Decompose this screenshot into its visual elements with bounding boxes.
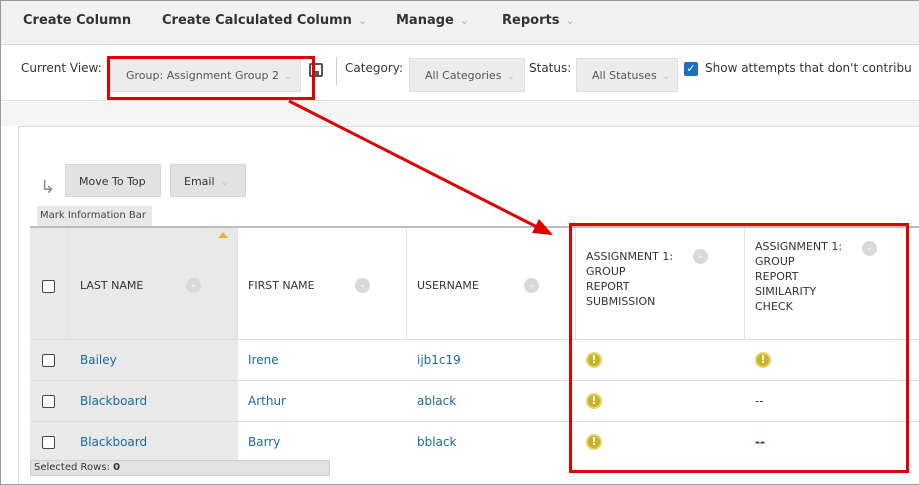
status-select[interactable]: All Statuses ⌄ — [576, 58, 678, 92]
manage-label: Manage — [396, 13, 454, 28]
row-select-cell — [30, 340, 69, 381]
assignment-header-line: ASSIGNMENT 1: — [755, 240, 843, 253]
create-column-button[interactable]: Create Column — [23, 13, 131, 28]
mark-information-bar: Mark Information Bar — [37, 206, 153, 226]
selected-rows-label: Selected Rows: — [34, 462, 114, 473]
current-view-value: Group: Assignment Group 2 — [126, 69, 279, 82]
category-select[interactable]: All Categories ⌄ — [409, 58, 525, 92]
assignment-header-line: SIMILARITY — [755, 285, 817, 298]
move-arrow-icon: ↳ — [40, 177, 56, 198]
submission-grade-cell[interactable]: ! — [576, 422, 745, 463]
selected-rows-count: 0 — [113, 462, 121, 473]
chevron-down-circle-icon[interactable]: ⌄ — [355, 278, 370, 293]
chevron-down-icon: ⌄ — [506, 71, 515, 82]
username-header-label: USERNAME — [417, 279, 479, 292]
chevron-down-circle-icon[interactable]: ⌄ — [693, 249, 708, 264]
chevron-down-icon: ⌄ — [459, 14, 470, 27]
first-name-cell[interactable]: Barry — [238, 422, 407, 463]
chevron-down-icon: ⌄ — [283, 71, 293, 82]
first-name-cell[interactable]: Irene — [238, 340, 407, 381]
checkmark-icon: ✓ — [686, 62, 696, 75]
column-header-username[interactable]: USERNAME ⌄ — [407, 228, 576, 339]
grade-center-screen: Create Column Create Calculated Column ⌄ … — [0, 0, 919, 485]
email-menu-button[interactable]: Email ⌄ — [170, 164, 246, 197]
current-view-select[interactable]: Group: Assignment Group 2 ⌄ — [110, 58, 301, 92]
category-value: All Categories — [425, 69, 502, 82]
status-value: All Statuses — [592, 69, 657, 82]
create-calculated-column-menu[interactable]: Create Calculated Column ⌄ — [162, 13, 367, 28]
chevron-down-circle-icon[interactable]: ⌄ — [862, 241, 877, 256]
column-header-assignment-similarity[interactable]: ASSIGNMENT 1: GROUP REPORT SIMILARITY CH… — [745, 228, 919, 339]
chevron-down-circle-icon[interactable]: ⌄ — [186, 278, 201, 293]
submission-grade-cell[interactable]: ! — [576, 381, 745, 422]
select-all-checkbox[interactable] — [42, 280, 55, 293]
select-all-header — [30, 228, 69, 339]
divider — [336, 57, 337, 85]
category-label: Category: — [345, 61, 403, 75]
table-row: Bailey Irene ijb1c19 ! ! — [30, 339, 919, 381]
email-label: Email — [184, 175, 215, 188]
spacer — [1, 102, 919, 126]
similarity-grade-cell[interactable]: -- — [745, 422, 919, 463]
similarity-grade-cell[interactable]: ! — [745, 340, 919, 381]
last-name-cell[interactable]: Blackboard — [69, 422, 238, 463]
row-checkbox[interactable] — [42, 354, 55, 367]
row-checkbox[interactable] — [42, 395, 55, 408]
row-checkbox[interactable] — [42, 436, 55, 449]
create-calculated-column-label: Create Calculated Column — [162, 13, 352, 28]
assignment-header-line: REPORT — [586, 280, 630, 293]
last-name-header-label: LAST NAME — [80, 279, 144, 292]
exclamation-circle-icon: ! — [586, 352, 602, 368]
exclamation-circle-icon: ! — [586, 434, 602, 450]
assignment-header-line: ASSIGNMENT 1: — [586, 250, 674, 263]
grade-grid-panel: ↳ Move To Top Email ⌄ Mark Information Ba… — [18, 126, 919, 484]
show-attempts-checkbox[interactable]: ✓ — [684, 62, 698, 76]
column-header-first-name[interactable]: FIRST NAME ⌄ — [238, 228, 407, 339]
action-bar: Create Column Create Calculated Column ⌄ … — [1, 1, 919, 45]
column-header-assignment-submission[interactable]: ASSIGNMENT 1: GROUP REPORT SUBMISSION ⌄ — [576, 228, 745, 339]
submission-grade-cell[interactable]: ! — [576, 340, 745, 381]
status-label: Status: — [529, 61, 572, 75]
assignment-header-line: REPORT — [755, 270, 799, 283]
chevron-down-icon: ⌄ — [357, 14, 368, 27]
selected-rows-bar: Selected Rows: 0 — [30, 460, 330, 476]
sort-ascending-icon — [218, 232, 228, 238]
username-cell[interactable]: ijb1c19 — [407, 340, 576, 381]
last-name-cell[interactable]: Bailey — [69, 340, 238, 381]
row-select-cell — [30, 422, 69, 463]
current-view-label: Current View: — [21, 61, 102, 75]
chevron-down-icon: ⌄ — [661, 71, 671, 82]
chevron-down-icon: ⌄ — [565, 14, 575, 27]
manage-menu[interactable]: Manage ⌄ — [396, 13, 469, 28]
row-select-cell — [30, 381, 69, 422]
chevron-down-circle-icon[interactable]: ⌄ — [524, 278, 539, 293]
move-to-top-label: Move To Top — [79, 175, 146, 188]
reports-menu[interactable]: Reports ⌄ — [502, 13, 575, 28]
column-header-last-name[interactable]: LAST NAME ⌄ — [69, 228, 238, 339]
similarity-grade-cell[interactable]: -- — [745, 381, 919, 422]
reports-label: Reports — [502, 13, 560, 28]
chevron-down-icon: ⌄ — [220, 177, 229, 188]
username-cell[interactable]: ablack — [407, 381, 576, 422]
last-name-cell[interactable]: Blackboard — [69, 381, 238, 422]
exclamation-circle-icon: ! — [586, 393, 602, 409]
table-row: Blackboard Arthur ablack ! -- — [30, 380, 919, 422]
assignment-header-line: SUBMISSION — [586, 295, 656, 308]
assignment-header-line: GROUP — [586, 265, 626, 278]
assignment-header-line: GROUP — [755, 255, 795, 268]
table-row: Blackboard Barry bblack ! -- — [30, 421, 919, 463]
view-filter-bar: Current View: Group: Assignment Group 2 ⌄… — [1, 45, 919, 101]
show-attempts-label: Show attempts that don't contribu — [705, 61, 912, 75]
save-view-icon[interactable] — [309, 63, 323, 77]
create-column-label: Create Column — [23, 13, 132, 28]
move-to-top-button[interactable]: Move To Top — [65, 164, 161, 197]
username-cell[interactable]: bblack — [407, 422, 576, 463]
first-name-header-label: FIRST NAME — [248, 279, 315, 292]
exclamation-circle-icon: ! — [755, 352, 771, 368]
assignment-header-line: CHECK — [755, 300, 793, 313]
first-name-cell[interactable]: Arthur — [238, 381, 407, 422]
